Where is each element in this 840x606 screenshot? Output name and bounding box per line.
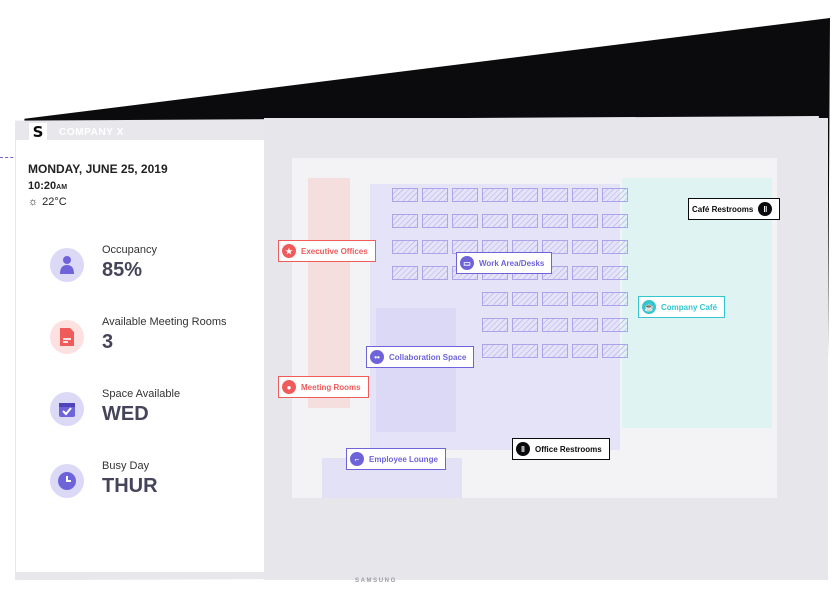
desk <box>512 188 538 202</box>
stat-value: 85% <box>102 259 143 281</box>
star-icon: ★ <box>282 244 296 258</box>
desk <box>542 214 568 228</box>
desk <box>602 240 628 254</box>
calendar-check-icon <box>50 392 84 426</box>
desk <box>572 318 598 332</box>
desk <box>542 292 568 306</box>
map-label-company-cafe[interactable]: ☕ Company Café <box>638 296 726 318</box>
desk <box>542 344 568 358</box>
desk <box>512 292 538 306</box>
desk <box>482 318 508 332</box>
map-label-text: Company Café <box>661 302 718 312</box>
map-label-executive-offices[interactable]: ★ Executive Offices <box>278 240 376 262</box>
stat-label: Space Available <box>102 388 181 400</box>
desk <box>422 188 448 202</box>
restroom-icon: ǁ <box>758 202 773 216</box>
info-panel: MONDAY, JUNE 25, 2019 10:20AM ☼ 22°C Occ… <box>16 140 264 572</box>
desk <box>452 188 478 202</box>
stat-label: Available Meeting Rooms <box>102 316 227 328</box>
display-monitor: S COMPANY X MONDAY, JUNE 25, 2019 10:20A… <box>0 0 840 606</box>
desk-grid <box>392 188 628 362</box>
map-label-text: Office Restrooms <box>535 444 602 454</box>
stat-busy-day: Busy Day THUR <box>50 460 158 498</box>
desk <box>392 188 418 202</box>
desk <box>392 214 418 228</box>
map-label-meeting-rooms[interactable]: ● Meeting Rooms <box>278 376 369 398</box>
desk <box>512 344 538 358</box>
location-pin-icon: ● <box>282 380 296 394</box>
clock-icon <box>50 464 84 498</box>
map-label-text: Work Area/Desks <box>479 258 545 268</box>
desk <box>392 240 418 254</box>
map-label-cafe-restrooms[interactable]: Café Restrooms ǁ <box>688 198 781 220</box>
people-icon: •• <box>370 350 384 364</box>
stat-value: THUR <box>102 475 158 497</box>
desk <box>572 292 598 306</box>
map-label-employee-lounge[interactable]: ⌐ Employee Lounge <box>346 448 446 470</box>
desk <box>602 292 628 306</box>
company-logo-icon: S <box>29 123 47 141</box>
desk <box>602 344 628 358</box>
desk <box>542 318 568 332</box>
desk <box>392 266 418 280</box>
desk <box>602 318 628 332</box>
stat-occupancy: Occupancy 85% <box>50 244 157 282</box>
desk <box>512 318 538 332</box>
brand-logo: SAMSUNG <box>355 578 397 584</box>
executive-zone <box>308 178 350 408</box>
desk <box>542 188 568 202</box>
time-suffix: AM <box>56 184 68 191</box>
stat-label: Occupancy <box>102 244 158 256</box>
stat-label: Busy Day <box>102 460 150 472</box>
map-label-text: Employee Lounge <box>369 454 438 464</box>
stat-meeting-rooms: Available Meeting Rooms 3 <box>50 316 227 354</box>
desk <box>482 188 508 202</box>
desk <box>512 214 538 228</box>
desk <box>452 214 478 228</box>
desk <box>482 292 508 306</box>
date-text: MONDAY, JUNE 25, 2019 <box>28 162 168 176</box>
desk <box>572 344 598 358</box>
company-name: COMPANY X <box>59 126 125 138</box>
restroom-icon: ǁ <box>516 442 530 456</box>
weather: ☼ 22°C <box>28 196 67 208</box>
temperature: 22°C <box>42 196 67 208</box>
map-label-office-restrooms[interactable]: ǁ Office Restrooms <box>512 438 610 460</box>
desk <box>572 266 598 280</box>
desk <box>482 214 508 228</box>
sun-icon: ☼ <box>28 196 39 208</box>
desk <box>602 266 628 280</box>
coffee-cup-icon: ☕ <box>642 300 656 314</box>
document-icon <box>50 320 84 354</box>
floor-map: ★ Executive Offices ● Meeting Rooms ▭ Wo… <box>264 118 828 580</box>
desk <box>572 214 598 228</box>
person-icon <box>50 248 84 282</box>
chair-icon: ⌐ <box>350 452 364 466</box>
stat-value: 3 <box>102 331 114 353</box>
stat-value: WED <box>102 403 149 425</box>
desk <box>422 214 448 228</box>
map-label-text: Executive Offices <box>301 246 368 256</box>
map-label-text: Meeting Rooms <box>301 382 361 392</box>
monitor-icon: ▭ <box>460 256 474 270</box>
map-label-work-area[interactable]: ▭ Work Area/Desks <box>456 252 553 274</box>
desk <box>572 240 598 254</box>
stat-space-available: Space Available WED <box>50 388 180 426</box>
map-label-text: Collaboration Space <box>389 352 467 362</box>
desk <box>572 188 598 202</box>
desk <box>422 266 448 280</box>
time-value: 10:20 <box>28 180 57 192</box>
desk <box>602 188 628 202</box>
desk <box>422 240 448 254</box>
map-label-collaboration-space[interactable]: •• Collaboration Space <box>366 346 475 368</box>
map-label-text: Café Restrooms <box>692 204 754 214</box>
desk <box>482 344 508 358</box>
desk <box>602 214 628 228</box>
time-text: 10:20AM <box>28 180 67 192</box>
